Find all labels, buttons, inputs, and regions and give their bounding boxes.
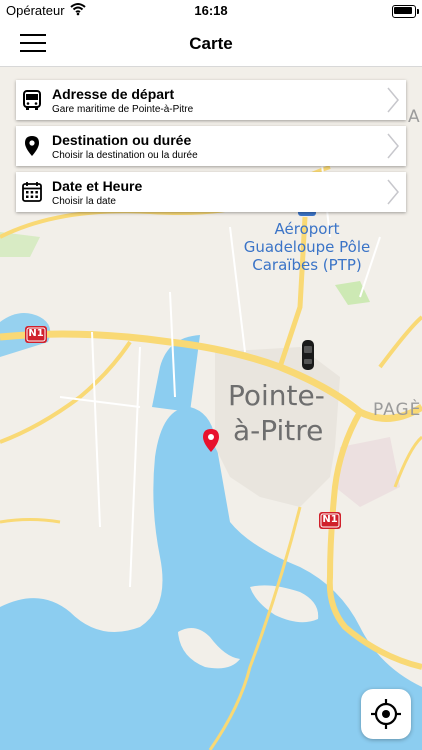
airport-label-line3: Caraïbes (PTP) xyxy=(252,256,362,274)
page-title: Carte xyxy=(189,34,233,53)
clock: 16:18 xyxy=(194,3,228,18)
navigation-bar: Carte xyxy=(0,22,422,67)
crosshair-locate-icon xyxy=(371,699,401,729)
chevron-right-icon xyxy=(386,86,400,119)
car-icon xyxy=(302,340,314,370)
destination-subtitle: Choisir la destination ou la durée xyxy=(52,150,198,161)
destination-card[interactable]: Destination ou durée Choisir la destinat… xyxy=(16,126,406,166)
road-shield-n1: N1 xyxy=(28,328,44,339)
partial-map-label: A xyxy=(408,107,420,127)
location-pin-icon xyxy=(21,135,43,157)
locate-me-button[interactable] xyxy=(361,689,411,739)
battery-icon xyxy=(392,5,419,18)
airport-label-line2: Guadeloupe Pôle xyxy=(243,238,371,256)
departure-subtitle: Gare maritime de Pointe-à-Pitre xyxy=(52,104,194,115)
bus-icon xyxy=(21,89,43,111)
date-time-title: Date et Heure xyxy=(52,178,143,194)
chevron-right-icon xyxy=(386,132,400,165)
chevron-right-icon xyxy=(386,178,400,211)
city-label-line1: Pointe- xyxy=(228,379,325,412)
map-view[interactable]: N1 N1 Aéroport Guadeloupe Pôle Caraïbes … xyxy=(0,67,422,750)
district-label: PAGÈ xyxy=(373,400,422,420)
date-time-subtitle: Choisir la date xyxy=(52,196,116,207)
map-canvas xyxy=(0,67,422,750)
departure-title: Adresse de départ xyxy=(52,86,175,102)
city-label-line2: à-Pitre xyxy=(233,414,324,447)
status-bar: Opérateur 16:18 xyxy=(0,0,422,22)
destination-title: Destination ou durée xyxy=(52,132,192,148)
road-shield-n1-east: N1 xyxy=(322,514,338,525)
departure-address-card[interactable]: Adresse de départ Gare maritime de Point… xyxy=(16,80,406,120)
calendar-icon xyxy=(21,181,43,203)
airport-label-line1: Aéroport xyxy=(274,220,340,238)
date-time-card[interactable]: Date et Heure Choisir la date xyxy=(16,172,406,212)
